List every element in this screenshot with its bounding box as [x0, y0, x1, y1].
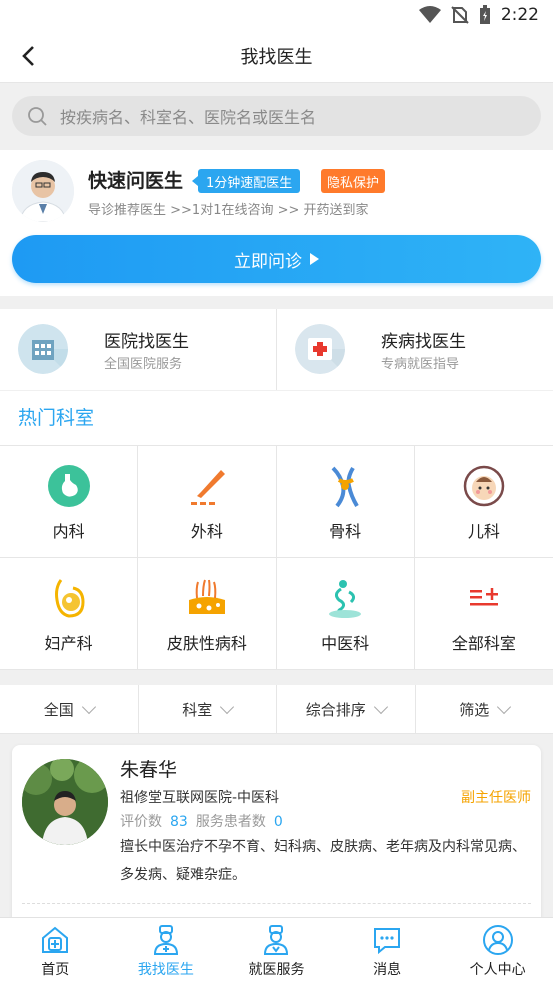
department-all[interactable]: 全部科室 — [415, 558, 553, 670]
divider — [22, 903, 531, 904]
page-title: 我找医生 — [241, 43, 313, 69]
doctor-stats: 评价数 83 服务患者数 0 — [120, 811, 291, 831]
tab-label: 首页 — [41, 959, 69, 979]
tcm-icon — [323, 576, 367, 620]
bottom-tab-bar: 首页 我找医生 就医服务 消息 个人中心 — [0, 917, 553, 984]
department-grid: 内科 外科 骨科 儿科 妇产科 皮肤性病科 中医科 全部科室 — [0, 445, 553, 669]
department-label: 内科 — [53, 518, 85, 542]
department-label: 儿科 — [468, 518, 500, 542]
tab-find-doctor[interactable]: 我找医生 — [111, 918, 222, 984]
rating-label: 评价数 — [120, 814, 162, 830]
finder-title: 疾病找医生 — [381, 327, 466, 352]
play-arrow-icon — [310, 253, 319, 265]
quick-consult-title: 快速问医生 — [88, 166, 183, 193]
department-label: 骨科 — [329, 518, 361, 542]
doctor-name: 朱春华 — [120, 755, 177, 782]
battery-icon — [479, 5, 491, 25]
find-by-disease[interactable]: 疾病找医生 专病就医指导 — [276, 309, 553, 390]
rating-count: 83 — [170, 814, 188, 830]
medical-cross-icon — [295, 324, 345, 374]
bone-joint-icon — [323, 464, 367, 508]
patients-count: 0 — [274, 814, 283, 830]
chevron-down-icon — [220, 700, 234, 714]
back-arrow-icon — [20, 45, 36, 67]
department-label: 外科 — [191, 518, 223, 542]
finder-subtitle: 全国医院服务 — [104, 353, 182, 372]
no-sim-icon — [451, 6, 469, 24]
doctor-avatar — [12, 160, 74, 222]
search-placeholder: 按疾病名、科室名、医院名或医生名 — [60, 104, 316, 128]
doctor-rank: 副主任医师 — [461, 787, 531, 807]
filter-label: 综合排序 — [306, 699, 366, 720]
tab-label: 就医服务 — [248, 959, 304, 979]
department-pediatrics[interactable]: 儿科 — [415, 446, 553, 558]
doctor-card[interactable]: 朱春华 祖修堂互联网医院-中医科 副主任医师 评价数 83 服务患者数 0 擅长中医治… — [12, 745, 541, 945]
tab-medical-service[interactable]: 就医服务 — [221, 918, 332, 984]
department-tcm[interactable]: 中医科 — [277, 558, 415, 670]
filter-label: 全国 — [44, 699, 74, 720]
search-area: 按疾病名、科室名、医院名或医生名 — [0, 83, 553, 149]
department-surgery[interactable]: 外科 — [138, 446, 276, 558]
wifi-icon — [419, 6, 441, 24]
filter-department[interactable]: 科室 — [138, 685, 277, 733]
back-button[interactable] — [14, 42, 42, 70]
tab-label: 我找医生 — [138, 959, 194, 979]
app-bar: 我找医生 — [0, 30, 553, 83]
department-label: 妇产科 — [45, 630, 93, 654]
department-label: 皮肤性病科 — [167, 630, 247, 654]
privacy-tag: 隐私保护 — [321, 169, 385, 193]
search-input[interactable]: 按疾病名、科室名、医院名或医生名 — [12, 96, 541, 136]
baby-face-icon — [462, 464, 506, 508]
consult-now-label: 立即问诊 — [234, 247, 302, 272]
skin-hair-icon — [185, 576, 229, 620]
doctor-icon — [150, 924, 182, 956]
filter-bar: 全国 科室 综合排序 筛选 — [0, 685, 553, 734]
chevron-down-icon — [374, 700, 388, 714]
finder-title: 医院找医生 — [104, 327, 189, 352]
filter-label: 筛选 — [459, 699, 489, 720]
consult-now-button[interactable]: 立即问诊 — [12, 235, 541, 283]
department-dermatology[interactable]: 皮肤性病科 — [138, 558, 276, 670]
department-obstetrics[interactable]: 妇产科 — [0, 558, 138, 670]
find-by-hospital[interactable]: 医院找医生 全国医院服务 — [0, 309, 276, 390]
tab-profile[interactable]: 个人中心 — [442, 918, 553, 984]
filter-region[interactable]: 全国 — [0, 685, 138, 733]
tab-messages[interactable]: 消息 — [332, 918, 443, 984]
match-tag: 1分钟速配医生 — [198, 169, 300, 193]
filter-screen[interactable]: 筛选 — [415, 685, 553, 733]
message-icon — [371, 924, 403, 956]
chevron-down-icon — [82, 700, 96, 714]
patients-label: 服务患者数 — [196, 814, 266, 830]
status-bar: 2:22 — [0, 0, 553, 30]
department-label: 全部科室 — [452, 630, 516, 654]
hospital-icon — [18, 324, 68, 374]
tab-label: 个人中心 — [470, 959, 526, 979]
quick-consult-panel: 快速问医生 1分钟速配医生 隐私保护 导诊推荐医生 >>1对1在线咨询 >> 开… — [0, 150, 553, 296]
hot-departments-title: 热门科室 — [18, 403, 94, 430]
filter-sort[interactable]: 综合排序 — [276, 685, 415, 733]
doctor-photo — [22, 759, 108, 845]
status-time: 2:22 — [501, 5, 539, 25]
doctor-hospital: 祖修堂互联网医院-中医科 — [120, 787, 279, 807]
department-orthopedics[interactable]: 骨科 — [277, 446, 415, 558]
doctor-description: 擅长中医治疗不孕不育、妇科病、皮肤病、老年病及内科常见病、多发病、疑难杂症。 — [120, 833, 530, 889]
stomach-icon — [47, 464, 91, 508]
tab-home[interactable]: 首页 — [0, 918, 111, 984]
quick-consult-subtitle: 导诊推荐医生 >>1对1在线咨询 >> 开药送到家 — [88, 199, 369, 218]
chevron-down-icon — [497, 700, 511, 714]
hot-departments: 热门科室 内科 外科 骨科 儿科 妇产科 皮肤性病科 中医科 — [0, 391, 553, 669]
user-icon — [482, 924, 514, 956]
department-internal-medicine[interactable]: 内科 — [0, 446, 138, 558]
finder-subtitle: 专病就医指导 — [381, 353, 459, 372]
finder-row: 医院找医生 全国医院服务 疾病找医生 专病就医指导 — [0, 309, 553, 390]
home-plus-icon — [39, 924, 71, 956]
department-label: 中医科 — [321, 630, 369, 654]
scalpel-icon — [185, 464, 229, 508]
nurse-icon — [260, 924, 292, 956]
all-departments-icon — [462, 576, 506, 620]
pregnancy-icon — [47, 576, 91, 620]
tab-label: 消息 — [373, 959, 401, 979]
search-icon — [26, 104, 50, 128]
filter-label: 科室 — [182, 699, 212, 720]
